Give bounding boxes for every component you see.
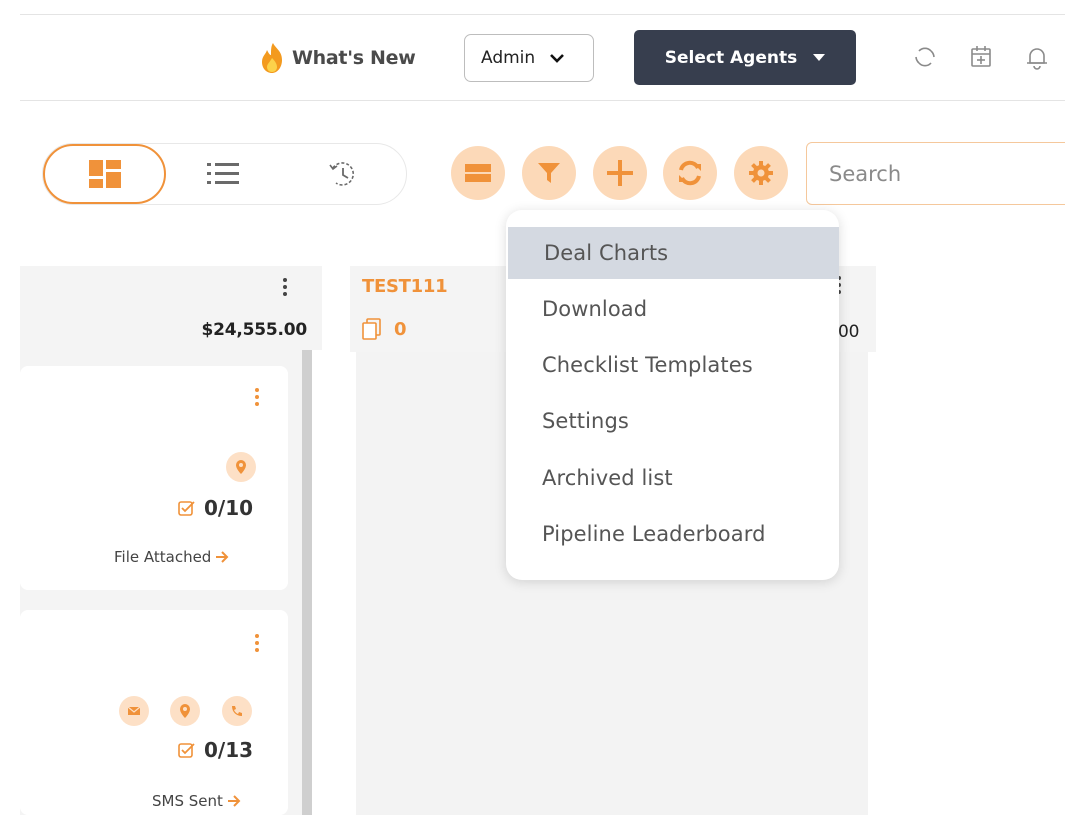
gear-icon bbox=[749, 161, 773, 185]
column-amount: 00 bbox=[838, 322, 860, 342]
list-view-button[interactable] bbox=[193, 144, 253, 204]
refresh-icon bbox=[679, 160, 701, 186]
card-menu-icon[interactable] bbox=[255, 388, 259, 406]
chevron-down-icon bbox=[550, 54, 565, 63]
board-view-button[interactable] bbox=[43, 144, 166, 204]
fire-icon bbox=[262, 43, 282, 73]
column-menu-icon[interactable] bbox=[283, 278, 287, 296]
menu-item-checklist-templates[interactable]: Checklist Templates bbox=[506, 339, 839, 391]
refresh-button[interactable] bbox=[663, 146, 717, 200]
menu-item-settings[interactable]: Settings bbox=[506, 395, 839, 447]
card-status-label: File Attached bbox=[114, 548, 212, 566]
checklist-icon bbox=[178, 743, 195, 758]
column-title: TEST111 bbox=[362, 276, 448, 297]
menu-item-archived-list[interactable]: Archived list bbox=[506, 452, 839, 504]
arrow-right-icon bbox=[227, 795, 241, 807]
column-deal-count: 0 bbox=[362, 318, 407, 340]
top-divider bbox=[20, 14, 1065, 15]
menu-item-download[interactable]: Download bbox=[506, 283, 839, 335]
card-status-label: SMS Sent bbox=[152, 792, 223, 810]
filter-button[interactable] bbox=[522, 146, 576, 200]
select-agents-button[interactable]: Select Agents bbox=[634, 30, 856, 85]
search-input[interactable]: Search bbox=[806, 142, 1065, 205]
add-button[interactable] bbox=[593, 146, 647, 200]
copy-icon bbox=[362, 318, 381, 340]
plus-icon bbox=[607, 160, 633, 186]
caret-down-icon bbox=[813, 54, 826, 61]
card-view-button[interactable] bbox=[451, 146, 505, 200]
column-amount: $24,555.00 bbox=[201, 320, 307, 340]
email-icon[interactable] bbox=[119, 696, 149, 726]
role-select[interactable]: Admin bbox=[464, 34, 594, 82]
whats-new-label: What's New bbox=[292, 47, 416, 69]
view-toggle bbox=[42, 143, 407, 205]
location-icon[interactable] bbox=[226, 452, 256, 482]
menu-item-label: Deal Charts bbox=[544, 241, 669, 265]
task-count-value: 0/13 bbox=[204, 738, 254, 762]
header-divider bbox=[20, 100, 1065, 101]
card-status[interactable]: File Attached bbox=[114, 548, 229, 566]
phone-icon[interactable] bbox=[222, 696, 252, 726]
search-placeholder: Search bbox=[829, 161, 902, 186]
column-deal-count-value: 0 bbox=[394, 318, 407, 340]
column-header: $24,555.00 bbox=[20, 266, 322, 350]
grid-icon bbox=[88, 160, 121, 188]
menu-item-label: Checklist Templates bbox=[542, 353, 753, 377]
deal-card[interactable]: 0/13 SMS Sent bbox=[20, 610, 288, 815]
checklist-icon bbox=[178, 501, 195, 516]
role-select-value: Admin bbox=[481, 48, 536, 68]
actions-dropdown-menu: Deal Charts Download Checklist Templates… bbox=[506, 210, 839, 580]
arrow-right-icon bbox=[216, 551, 229, 563]
history-icon bbox=[329, 162, 355, 186]
filter-icon bbox=[538, 163, 560, 183]
deal-card[interactable]: 0/10 File Attached bbox=[20, 366, 288, 590]
calendar-icon[interactable] bbox=[966, 42, 996, 72]
menu-item-deal-charts[interactable]: Deal Charts bbox=[508, 227, 839, 279]
task-count-value: 0/10 bbox=[204, 496, 254, 520]
menu-item-label: Archived list bbox=[542, 466, 673, 490]
whats-new-link[interactable]: What's New bbox=[258, 40, 416, 76]
settings-button[interactable] bbox=[734, 146, 788, 200]
sync-icon[interactable] bbox=[910, 42, 940, 72]
card-menu-icon[interactable] bbox=[255, 634, 259, 652]
panel-icon bbox=[465, 164, 491, 182]
menu-item-label: Pipeline Leaderboard bbox=[542, 522, 766, 546]
bell-icon[interactable] bbox=[1022, 42, 1052, 72]
card-status[interactable]: SMS Sent bbox=[152, 792, 241, 810]
task-count: 0/13 bbox=[178, 738, 253, 762]
list-icon bbox=[207, 163, 239, 184]
location-icon[interactable] bbox=[170, 696, 200, 726]
menu-item-label: Settings bbox=[542, 409, 629, 433]
column-scrollbar[interactable] bbox=[302, 350, 312, 815]
menu-item-pipeline-leaderboard[interactable]: Pipeline Leaderboard bbox=[506, 508, 839, 560]
history-view-button[interactable] bbox=[313, 144, 373, 204]
task-count: 0/10 bbox=[178, 496, 253, 520]
menu-item-label: Download bbox=[542, 297, 648, 321]
select-agents-label: Select Agents bbox=[664, 47, 798, 68]
